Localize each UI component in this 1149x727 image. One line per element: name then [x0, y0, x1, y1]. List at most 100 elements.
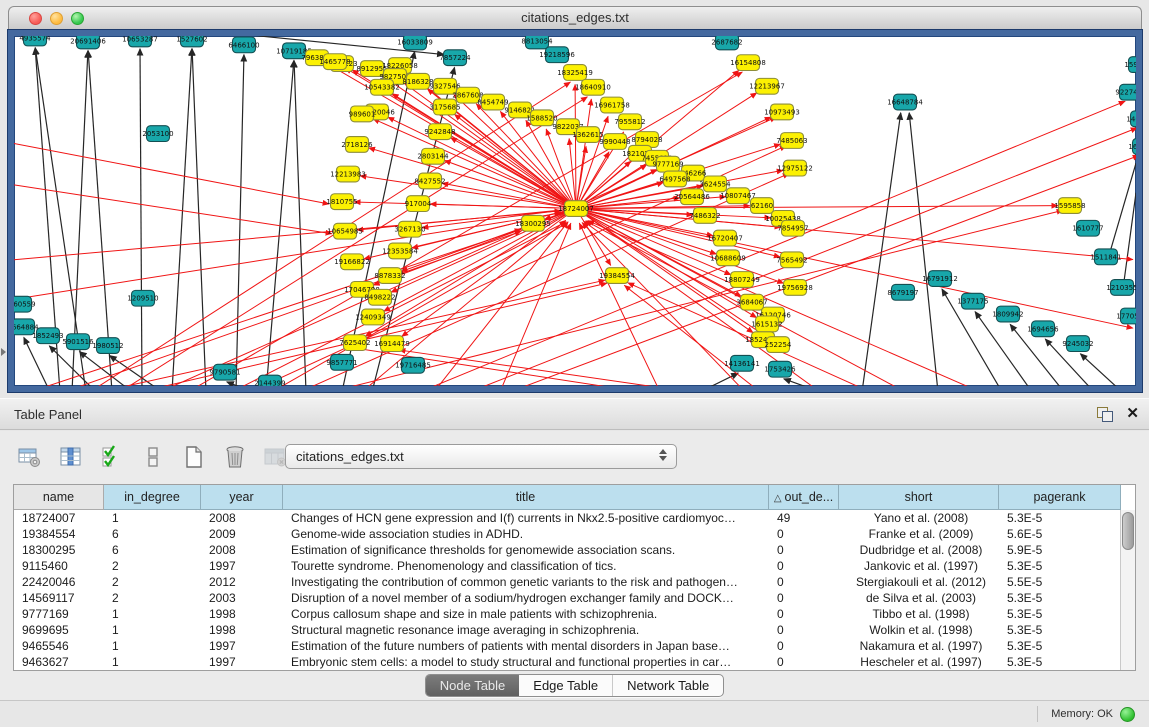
table-cell[interactable]: 0 — [769, 574, 839, 590]
table-cell[interactable]: 5.9E-5 — [999, 542, 1121, 558]
table-cell[interactable]: 1997 — [201, 558, 283, 574]
table-cell[interactable]: 18300295 — [14, 542, 104, 558]
graph-node[interactable]: 9790581 — [209, 364, 240, 380]
table-cell[interactable]: 5.3E-5 — [999, 654, 1121, 670]
graph-node[interactable]: 12213967 — [749, 78, 785, 94]
table-cell[interactable]: 9699695 — [14, 622, 104, 638]
graph-node[interactable]: 1210355 — [1106, 280, 1136, 296]
table-cell[interactable]: Disruption of a novel member of a sodium… — [283, 590, 769, 606]
table-cell[interactable]: 19384554 — [14, 526, 104, 542]
graph-node[interactable]: 7625402 — [339, 335, 370, 351]
table-cell[interactable]: 0 — [769, 526, 839, 542]
hidden-panel-arrow[interactable] — [1, 348, 6, 356]
table-cell[interactable]: Franke et al. (2009) — [839, 526, 999, 542]
table-cell[interactable]: 9115460 — [14, 558, 104, 574]
table-row[interactable]: 946554611997Estimation of the future num… — [14, 638, 1135, 654]
table-cell[interactable]: 1 — [104, 510, 201, 526]
graph-node[interactable]: 3267130 — [394, 221, 425, 237]
table-cell[interactable]: de Silva et al. (2003) — [839, 590, 999, 606]
column-header-out-de-[interactable]: △out_de... — [769, 485, 839, 510]
graph-node[interactable]: 8878332 — [374, 268, 405, 284]
graph-node[interactable]: 1852493 — [32, 328, 63, 344]
table-cell[interactable]: 9465546 — [14, 638, 104, 654]
table-cell[interactable]: Yano et al. (2008) — [839, 510, 999, 526]
graph-node[interactable]: 1615132 — [751, 316, 782, 332]
table-cell[interactable]: 6 — [104, 526, 201, 542]
graph-node[interactable]: 917004 — [405, 196, 432, 212]
graph-node[interactable]: 8427552 — [414, 173, 445, 189]
table-cell[interactable]: 2 — [104, 558, 201, 574]
table-row[interactable]: 911546021997Tourette syndrome. Phenomeno… — [14, 558, 1135, 574]
graph-node[interactable]: 8679197 — [887, 284, 918, 300]
column-header-short[interactable]: short — [839, 485, 999, 510]
table-cell[interactable]: 1 — [104, 638, 201, 654]
table-cell[interactable]: Corpus callosum shape and size in male p… — [283, 606, 769, 622]
table-cell[interactable]: 9777169 — [14, 606, 104, 622]
table-cell[interactable]: Hescheler et al. (1997) — [839, 654, 999, 670]
table-cell[interactable]: Estimation of significance thresholds fo… — [283, 542, 769, 558]
graph-node[interactable]: 20564486 — [674, 189, 710, 205]
table-row[interactable]: 1872400712008Changes of HCN gene express… — [14, 510, 1135, 526]
table-scrollbar-thumb[interactable] — [1122, 512, 1134, 550]
graph-node[interactable]: 1770557 — [1116, 308, 1136, 324]
graph-node[interactable]: 2053100 — [142, 126, 173, 142]
tab-node-table[interactable]: Node Table — [426, 675, 520, 696]
table-cell[interactable]: 0 — [769, 638, 839, 654]
graph-node[interactable]: 7955812 — [614, 114, 645, 130]
graph-node[interactable]: 9227440 — [1115, 84, 1136, 100]
table-cell[interactable]: 0 — [769, 654, 839, 670]
graph-node[interactable]: 7485063 — [776, 133, 807, 149]
table-cell[interactable]: 5.3E-5 — [999, 510, 1121, 526]
graph-node[interactable]: 2718126 — [341, 137, 372, 153]
table-cell[interactable]: 2012 — [201, 574, 283, 590]
table-cell[interactable]: 2008 — [201, 542, 283, 558]
table-cell[interactable]: Dudbridge et al. (2008) — [839, 542, 999, 558]
graph-node[interactable]: 19166822 — [334, 254, 370, 270]
table-options-icon[interactable] — [16, 443, 44, 471]
graph-node[interactable]: 9242848 — [424, 124, 455, 140]
table-cell[interactable]: Changes of HCN gene expression and I(f) … — [283, 510, 769, 526]
table-cell[interactable]: 5.3E-5 — [999, 638, 1121, 654]
delete-table-icon[interactable] — [221, 443, 249, 471]
graph-node[interactable]: 14136141 — [724, 355, 760, 371]
show-columns-icon[interactable] — [57, 443, 85, 471]
graph-node[interactable]: 252254 — [765, 337, 792, 353]
table-row[interactable]: 1456911722003Disruption of a novel membe… — [14, 590, 1135, 606]
table-cell[interactable]: 0 — [769, 590, 839, 606]
table-cell[interactable]: 2 — [104, 590, 201, 606]
table-cell[interactable]: Genome-wide association studies in ADHD. — [283, 526, 769, 542]
graph-node[interactable]: 1694656 — [1027, 321, 1058, 337]
column-header-pagerank[interactable]: pagerank — [999, 485, 1121, 510]
table-cell[interactable]: 5.3E-5 — [999, 622, 1121, 638]
float-panel-icon[interactable] — [1097, 407, 1113, 422]
table-row[interactable]: 1830029562008Estimation of significance … — [14, 542, 1135, 558]
table-cell[interactable]: Nakamura et al. (1997) — [839, 638, 999, 654]
table-cell[interactable]: 1998 — [201, 606, 283, 622]
column-header-name[interactable]: name — [14, 485, 104, 510]
table-cell[interactable]: 5.6E-5 — [999, 526, 1121, 542]
table-cell[interactable]: 5.5E-5 — [999, 574, 1121, 590]
column-header-in-degree[interactable]: in_degree — [104, 485, 201, 510]
graph-node[interactable]: 1377175 — [957, 293, 988, 309]
table-cell[interactable]: 1997 — [201, 638, 283, 654]
table-scrollbar[interactable] — [1120, 510, 1135, 670]
graph-node[interactable]: 1980512 — [92, 338, 123, 354]
network-graph[interactable]: 1872400749355742069140610653287152760264… — [14, 36, 1136, 386]
table-cell[interactable]: 0 — [769, 542, 839, 558]
table-cell[interactable]: 14569117 — [14, 590, 104, 606]
graph-node[interactable]: 12409349 — [355, 309, 391, 325]
graph-node[interactable]: 1753426 — [764, 361, 795, 377]
table-cell[interactable]: Tibbo et al. (1998) — [839, 606, 999, 622]
graph-node[interactable]: 1809942 — [992, 306, 1023, 322]
row-height-icon[interactable] — [139, 443, 167, 471]
select-rows-icon[interactable] — [98, 443, 126, 471]
graph-node[interactable]: 3624554 — [699, 176, 731, 192]
table-cell[interactable]: 2 — [104, 574, 201, 590]
graph-node[interactable]: 6497568 — [659, 171, 690, 187]
column-header-title[interactable]: title — [283, 485, 769, 510]
graph-node[interactable]: 1465778 — [319, 54, 350, 70]
close-window-button[interactable] — [29, 12, 42, 25]
table-cell[interactable]: 2009 — [201, 526, 283, 542]
table-cell[interactable]: 49 — [769, 510, 839, 526]
graph-node[interactable]: 16914479 — [374, 336, 410, 352]
